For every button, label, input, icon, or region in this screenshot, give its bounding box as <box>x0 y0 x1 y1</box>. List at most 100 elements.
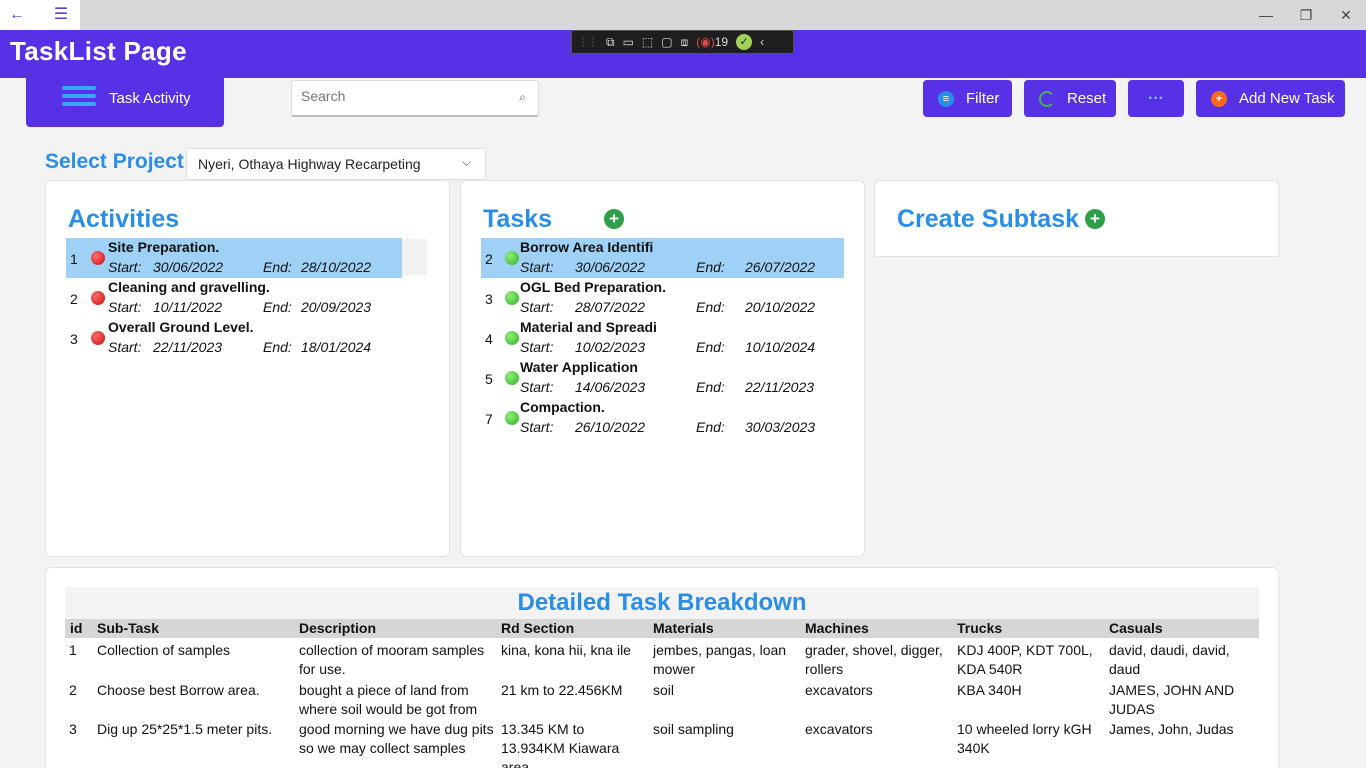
activity-name: Site Preparation. <box>108 239 220 255</box>
checkmark-icon[interactable]: ✓ <box>736 34 753 50</box>
hot-reload-icon[interactable]: (◉)19 <box>696 35 728 49</box>
add-icon: + <box>1211 90 1227 107</box>
task-row[interactable]: 5 Water Application Start: 14/06/2023 En… <box>481 358 844 398</box>
task-row[interactable]: 3 OGL Bed Preparation. Start: 28/07/2022… <box>481 278 844 318</box>
task-row[interactable]: 7 Compaction. Start: 26/10/2022 End: 30/… <box>481 398 844 438</box>
activity-row[interactable]: 1 Site Preparation. Start: 30/06/2022 En… <box>66 238 402 278</box>
cell-id: 3 <box>69 721 77 737</box>
start-label: Start: <box>108 339 142 355</box>
status-dot-green-icon <box>505 371 519 385</box>
start-label: Start: <box>520 259 554 275</box>
column-header-materials: Materials <box>653 620 714 636</box>
tasks-panel: Tasks + 2 Borrow Area Identifi Start: 30… <box>460 180 865 557</box>
status-dot-red-icon <box>91 291 105 305</box>
end-label: End: <box>696 419 725 435</box>
cell-rd-section: 21 km to 22.456KM <box>501 682 623 698</box>
start-label: Start: <box>520 419 554 435</box>
end-date: 18/01/2024 <box>301 339 372 355</box>
select-element-icon[interactable]: ⬚ <box>642 35 653 49</box>
track-focus-icon[interactable]: ⧈ <box>681 35 689 50</box>
activity-name: Cleaning and gravelling. <box>108 279 270 295</box>
activity-number: 2 <box>70 291 78 307</box>
project-dropdown-value: Nyeri, Othaya Highway Recarpeting <box>198 156 421 172</box>
end-date: 22/11/2023 <box>745 379 815 395</box>
hamburger-menu-icon[interactable]: ☰ <box>50 4 72 26</box>
cell-machines: grader, shovel, digger, rollers <box>805 642 943 677</box>
add-new-task-button[interactable]: + Add New Task <box>1196 80 1345 117</box>
column-header-casuals: Casuals <box>1109 620 1163 636</box>
start-date: 30/06/2022 <box>575 259 646 275</box>
grip-icon[interactable]: ⋮⋮ <box>578 37 598 48</box>
cell-materials: soil <box>653 682 675 698</box>
close-button[interactable]: ✕ <box>1326 0 1366 30</box>
filter-button[interactable]: ≡ Filter <box>923 80 1012 117</box>
start-date: 10/02/2023 <box>575 339 646 355</box>
start-label: Start: <box>520 299 554 315</box>
column-header-machines: Machines <box>805 620 869 636</box>
display-layout-adorners-icon[interactable]: ▢ <box>661 35 672 49</box>
xaml-debug-toolbar: ⋮⋮ ⧉ ▭ ⬚ ▢ ⧈ (◉)19 ✓ ‹ <box>571 30 794 54</box>
activity-row[interactable]: 2 Cleaning and gravelling. Start: 10/11/… <box>66 278 402 318</box>
task-number: 5 <box>485 371 493 387</box>
maximize-button[interactable]: ❐ <box>1286 0 1326 30</box>
activity-row[interactable]: 3 Overall Ground Level. Start: 22/11/202… <box>66 318 402 358</box>
status-dot-green-icon <box>505 251 519 265</box>
table-row[interactable]: 2 Choose best Borrow area. bought a piec… <box>65 681 1259 721</box>
refresh-icon <box>1039 90 1055 107</box>
task-number: 3 <box>485 291 493 307</box>
status-dot-green-icon <box>505 411 519 425</box>
task-number: 7 <box>485 411 493 427</box>
end-date: 10/10/2024 <box>745 339 816 355</box>
status-dot-red-icon <box>91 331 105 345</box>
add-new-task-label: Add New Task <box>1239 90 1335 107</box>
cell-machines: excavators <box>805 682 873 698</box>
column-header-rd-section: Rd Section <box>501 620 575 636</box>
end-date: 28/10/2022 <box>301 259 372 275</box>
activity-number: 3 <box>70 331 78 347</box>
video-icon[interactable]: ▭ <box>623 35 634 49</box>
activity-name: Overall Ground Level. <box>108 319 254 335</box>
cell-materials: jembes, pangas, loan mower <box>653 642 787 677</box>
search-input[interactable] <box>301 86 501 106</box>
column-header-id: id <box>70 620 83 636</box>
reset-button[interactable]: Reset <box>1024 80 1116 117</box>
task-number: 4 <box>485 331 493 347</box>
task-activity-button[interactable]: Task Activity <box>26 78 224 127</box>
search-icon[interactable]: ⌕ <box>519 90 526 105</box>
hot-reload-count: 19 <box>714 35 729 49</box>
task-row[interactable]: 4 Material and Spreadi Start: 10/02/2023… <box>481 318 844 358</box>
back-arrow-icon[interactable]: ← <box>6 4 28 26</box>
task-row[interactable]: 2 Borrow Area Identifi Start: 30/06/2022… <box>481 238 844 278</box>
chevron-left-icon[interactable]: ‹ <box>760 35 764 49</box>
scroll-area[interactable] <box>402 239 427 275</box>
filter-label: Filter <box>966 90 1000 107</box>
cell-subtask: Choose best Borrow area. <box>97 682 260 698</box>
end-date: 26/07/2022 <box>745 259 816 275</box>
end-label: End: <box>263 259 292 275</box>
cell-rd-section: 13.345 KM to 13.934KM Kiawara area <box>501 721 620 768</box>
window-titlebar: ← ☰ — ❐ ✕ <box>0 0 1366 30</box>
cell-casuals: david, daudi, david, daud <box>1109 642 1230 677</box>
add-task-plus-icon[interactable]: + <box>604 209 624 229</box>
activities-title: Activities <box>68 205 180 233</box>
table-row[interactable]: 3 Dig up 25*25*1.5 meter pits. good morn… <box>65 720 1259 768</box>
end-date: 30/03/2023 <box>745 419 816 435</box>
start-date: 22/11/2023 <box>153 339 223 355</box>
end-label: End: <box>696 299 725 315</box>
table-row[interactable]: 1 Collection of samples collection of mo… <box>65 641 1259 681</box>
project-dropdown[interactable]: Nyeri, Othaya Highway Recarpeting ⌵ <box>186 148 486 180</box>
cell-rd-section: kina, kona hii, kna ile <box>501 642 631 658</box>
live-visual-tree-icon[interactable]: ⧉ <box>606 35 615 50</box>
cell-id: 1 <box>69 642 77 658</box>
cell-casuals: JAMES, JOHN AND JUDAS <box>1109 682 1235 717</box>
end-label: End: <box>696 259 725 275</box>
search-box[interactable]: ⌕ <box>291 80 539 117</box>
create-subtask-panel: Create Subtask + <box>874 180 1279 257</box>
add-subtask-plus-icon[interactable]: + <box>1085 209 1105 229</box>
status-dot-green-icon <box>505 331 519 345</box>
more-dots-icon: ··· <box>1148 89 1164 107</box>
more-options-button[interactable]: ··· <box>1128 80 1184 117</box>
start-label: Start: <box>108 299 142 315</box>
cell-description: bought a piece of land from where soil w… <box>299 682 478 717</box>
minimize-button[interactable]: — <box>1246 0 1286 30</box>
